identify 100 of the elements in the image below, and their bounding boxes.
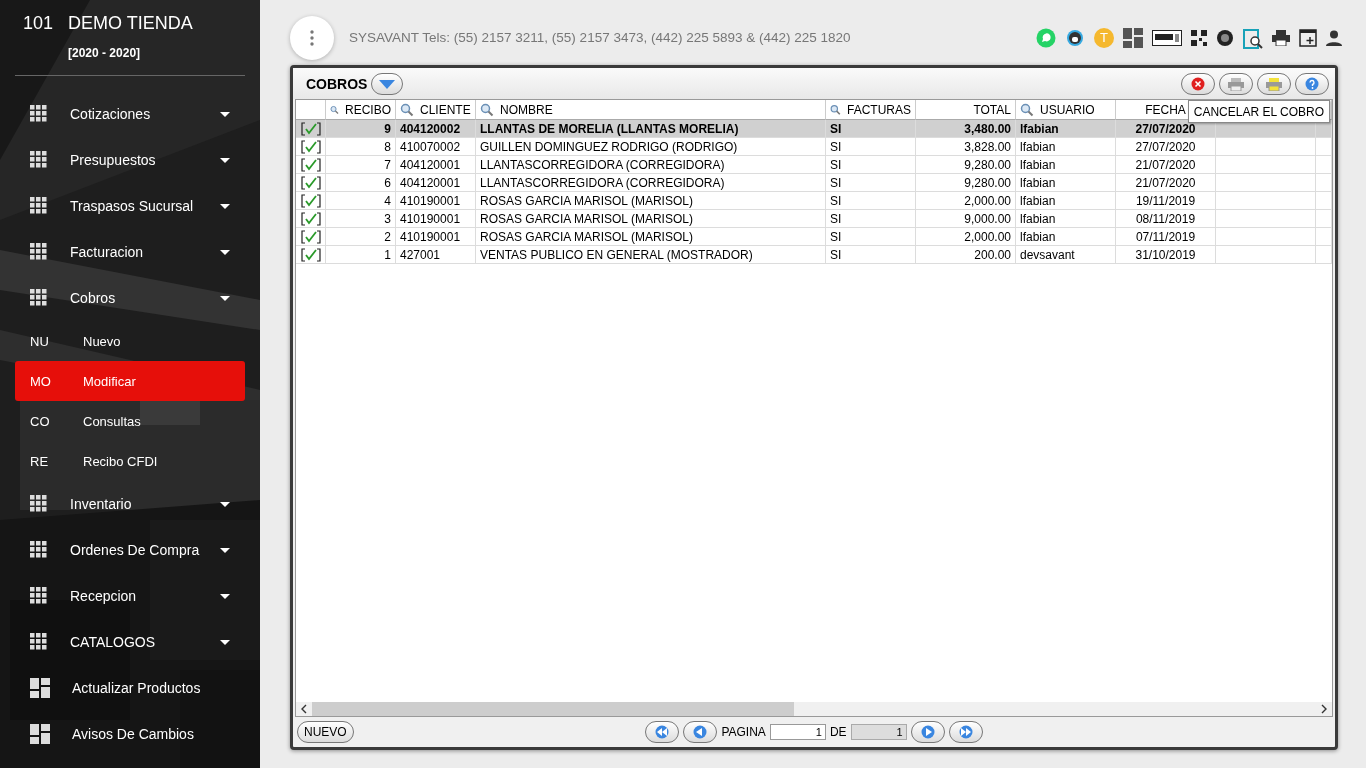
search-icon[interactable] (1020, 102, 1034, 117)
table-cell: 21/07/2020 (1116, 156, 1216, 174)
checkbox-icon[interactable] (300, 229, 321, 244)
table-cell: LLANTAS DE MORELIA (LLANTAS MORELIA) (476, 120, 826, 138)
table-cell: 200.00 (916, 246, 1016, 264)
next-page-button[interactable] (910, 721, 945, 743)
search-icon[interactable] (830, 102, 841, 117)
menu-item[interactable]: Ordenes De Compra (0, 527, 260, 573)
submenu-item[interactable]: MO Modificar (15, 361, 245, 401)
store-name: DEMO TIENDA (68, 13, 193, 34)
table-cell: 404120002 (396, 120, 476, 138)
table-row[interactable]: 1 427001 VENTAS PUBLICO EN GENERAL (MOSTRADOR) SI 200.00 devsavant 31/10/2019 (296, 246, 1332, 264)
table-cell: ROSAS GARCIA MARISOL (MARISOL) (476, 228, 826, 246)
caret-icon (220, 295, 230, 301)
print-button[interactable] (1219, 72, 1253, 95)
checkbox-icon[interactable] (300, 193, 321, 208)
of-label: DE (829, 725, 847, 739)
clipboard-search-icon[interactable] (1243, 26, 1263, 49)
qr-code-icon[interactable] (1191, 29, 1207, 46)
table-cell: 08/11/2019 (1116, 210, 1216, 228)
menu-item[interactable]: CATALOGOS (0, 619, 260, 665)
menu-item[interactable]: Traspasos Sucursal (0, 183, 260, 229)
table-cell: 3,828.00 (916, 138, 1016, 156)
menu-item[interactable]: Cotizaciones (0, 91, 260, 137)
dashboard-icon (30, 678, 50, 698)
last-page-button[interactable] (948, 721, 983, 743)
file-icon[interactable] (1152, 29, 1182, 46)
table-cell: SI (826, 192, 916, 210)
table-row[interactable]: 8 410070002 GUILLEN DOMINGUEZ RODRIGO (RODRIGO) SI 3,828.00 lfabian 27/07/2020 (296, 138, 1332, 156)
table-cell: 4 (326, 192, 396, 210)
table-cell: 2,000.00 (916, 192, 1016, 210)
grid-icon (30, 495, 48, 513)
grid-icon (30, 151, 48, 169)
table-cell: lfabian (1016, 228, 1116, 246)
menu-item[interactable]: Inventario (0, 481, 260, 527)
grid-icon (30, 633, 48, 651)
page-field[interactable]: 1 (769, 724, 826, 740)
table-row[interactable]: 4 410190001 ROSAS GARCIA MARISOL (MARISOL) SI 2,000.00 lfabian 19/11/2019 (296, 192, 1332, 210)
table-cell: lfabian (1016, 120, 1116, 138)
caret-icon (220, 249, 230, 255)
contact-text: SYSAVANT Tels: (55) 2157 3211, (55) 2157 3473, (442) 225 5893 & (442) 225 1820 (349, 30, 852, 45)
submenu-item[interactable]: RE Recibo CFDI (15, 441, 245, 481)
menu-item[interactable]: Facturacion (0, 229, 260, 275)
menu-item[interactable]: Actualizar Productos (0, 665, 260, 711)
disc-icon[interactable] (1216, 28, 1234, 47)
table-row[interactable]: 2 410190001 ROSAS GARCIA MARISOL (MARISOL) SI 2,000.00 lfabian 07/11/2019 (296, 228, 1332, 246)
user-icon[interactable] (1326, 29, 1342, 46)
table-cell: 404120001 (396, 156, 476, 174)
table-cell: lfabian (1016, 210, 1116, 228)
table-row[interactable]: 7 404120001 LLANTASCORREGIDORA (CORREGIDORA) SI 9,280.00 lfabian 21/07/2020 (296, 156, 1332, 174)
table-cell: 19/11/2019 (1116, 192, 1216, 210)
dashboard-icon[interactable] (1123, 27, 1143, 48)
grid-icon (30, 197, 48, 215)
horizontal-scrollbar[interactable] (296, 702, 1332, 716)
caret-icon (378, 77, 397, 90)
table-cell: SI (826, 156, 916, 174)
table-cell: 31/10/2019 (1116, 246, 1216, 264)
table-cell: lfabian (1016, 156, 1116, 174)
grid-icon (30, 289, 48, 307)
item-abbreviation: CO (30, 413, 51, 429)
printer-icon[interactable] (1272, 29, 1290, 46)
table-cell: 27/07/2020 (1116, 138, 1216, 156)
item-label: Nuevo (83, 333, 121, 349)
previous-page-button[interactable] (683, 721, 718, 743)
headset-icon[interactable] (1065, 27, 1085, 48)
cancel-button[interactable] (1181, 72, 1215, 95)
menu-item[interactable]: Avisos De Cambios (0, 711, 260, 757)
checkbox-icon[interactable] (300, 211, 321, 226)
table-cell: 2 (326, 228, 396, 246)
print-button[interactable] (1257, 72, 1291, 95)
checkbox-icon[interactable] (300, 247, 321, 262)
table-cell: SI (826, 120, 916, 138)
checkbox-icon[interactable] (300, 157, 321, 172)
table-add-icon[interactable] (1299, 28, 1317, 47)
first-page-button[interactable] (645, 721, 680, 743)
dropdown-button[interactable] (371, 72, 404, 95)
table-cell: 21/07/2020 (1116, 174, 1216, 192)
table-row[interactable]: 3 410190001 ROSAS GARCIA MARISOL (MARISOL) SI 9,000.00 lfabian 08/11/2019 (296, 210, 1332, 228)
table-cell: 9,000.00 (916, 210, 1016, 228)
table-cell: 07/11/2019 (1116, 228, 1216, 246)
table-row[interactable]: 9 404120002 LLANTAS DE MORELIA (LLANTAS MORELIA) SI 3,480.00 lfabian 27/07/2020 (296, 120, 1332, 138)
tooltip: CANCELAR EL COBRO (1187, 100, 1330, 123)
table-row[interactable]: 6 404120001 LLANTASCORREGIDORA (CORREGIDORA) SI 9,280.00 lfabian 21/07/2020 (296, 174, 1332, 192)
menu-item[interactable]: Recepcion (0, 573, 260, 619)
checkbox-icon[interactable] (300, 139, 321, 154)
new-button[interactable]: NUEVO (297, 721, 354, 743)
checkbox-icon[interactable] (300, 121, 321, 136)
search-icon[interactable] (400, 102, 414, 117)
caret-icon (220, 639, 230, 645)
table-cell: SI (826, 138, 916, 156)
table-cell: 427001 (396, 246, 476, 264)
submenu-item[interactable]: CO Consultas (15, 401, 245, 441)
table-cell: 8 (326, 138, 396, 156)
table-cell: 9 (326, 120, 396, 138)
checkbox-icon[interactable] (300, 175, 321, 190)
submenu-item[interactable]: NU Nuevo (15, 321, 245, 361)
search-icon[interactable] (480, 102, 494, 117)
menu-item[interactable]: Presupuestos (0, 137, 260, 183)
help-button[interactable] (1295, 72, 1329, 95)
table-cell: lfabian (1016, 192, 1116, 210)
